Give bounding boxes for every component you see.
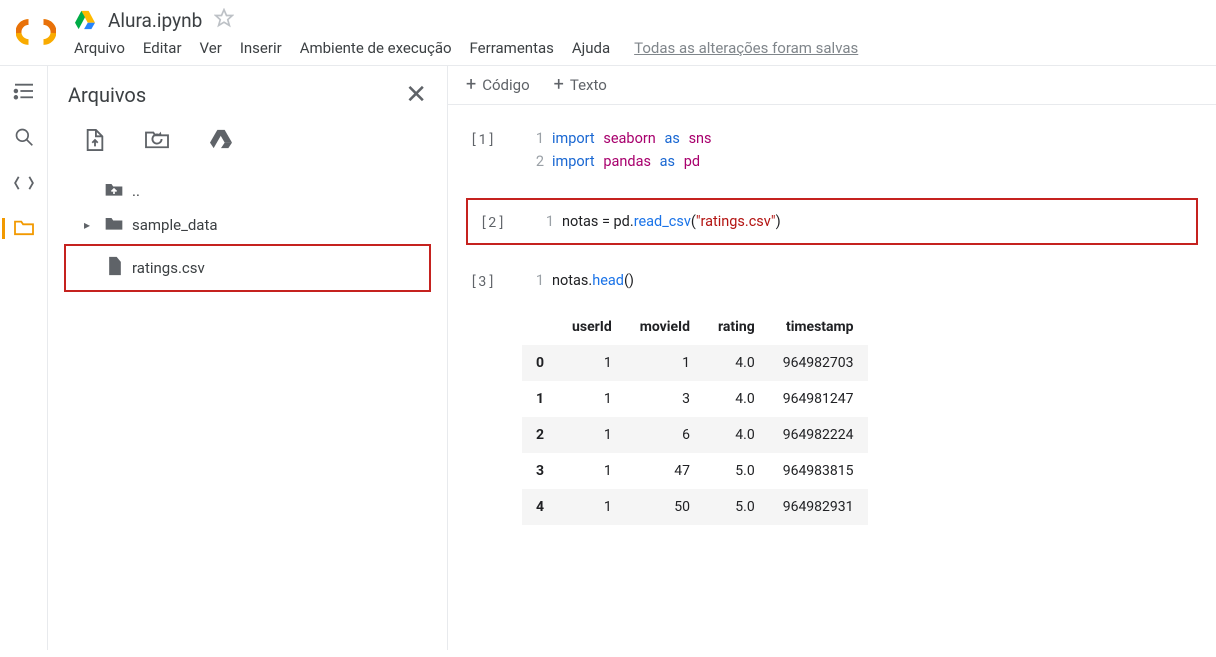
files-icon[interactable]: [2, 218, 35, 239]
plus-icon: +: [466, 76, 476, 94]
menu-editar[interactable]: Editar: [143, 39, 182, 57]
left-rail: [0, 66, 48, 650]
cell-1-code[interactable]: 1import seaborn as sns 2import pandas as…: [526, 127, 712, 174]
col-rating: rating: [704, 309, 769, 345]
col-userid: userId: [558, 309, 626, 345]
content-toolbar: + Código + Texto: [448, 66, 1216, 105]
dataframe-table: userId movieId rating timestamp 0 1 1: [522, 309, 868, 525]
ratings-highlight-box: ratings.csv: [64, 244, 431, 292]
colab-logo-icon: [12, 8, 60, 56]
tree-ratings[interactable]: ratings.csv: [66, 250, 429, 286]
menu-arquivo[interactable]: Arquivo: [74, 39, 125, 57]
table-row: 0 1 1 4.0 964982703: [522, 345, 868, 381]
table-row: 2 1 6 4.0 964982224: [522, 417, 868, 453]
table-row: 1 1 3 4.0 964981247: [522, 381, 868, 417]
table-row: 3 1 47 5.0 964983815: [522, 453, 868, 489]
upload-icon[interactable]: [84, 128, 106, 156]
cell-3-prompt: [3]: [470, 269, 512, 290]
cell-2[interactable]: [2] 1notas = pd.read_csv("ratings.csv"): [466, 198, 1198, 245]
cells-container: [1] 1import seaborn as sns 2import panda…: [448, 105, 1216, 559]
header-content: Alura.ipynb Arquivo Editar Ver Inserir A…: [68, 8, 858, 65]
sidebar-title: Arquivos: [68, 83, 146, 107]
title-row: Alura.ipynb: [68, 8, 858, 33]
tree-ratings-label: ratings.csv: [132, 259, 205, 277]
tree-up-label: ..: [132, 182, 140, 200]
table-row: 4 1 50 5.0 964982931: [522, 489, 868, 525]
cell-3-output: userId movieId rating timestamp 0 1 1: [522, 309, 1198, 525]
cell-1[interactable]: [1] 1import seaborn as sns 2import panda…: [466, 121, 1198, 180]
main-area: Arquivos ✕: [0, 65, 1216, 650]
toc-icon[interactable]: [13, 82, 35, 103]
app-header: Alura.ipynb Arquivo Editar Ver Inserir A…: [0, 0, 1216, 65]
tree-up[interactable]: ..: [64, 174, 431, 208]
file-tree: .. ▸ sample_data ratings.csv: [64, 174, 431, 292]
add-code-label: Código: [482, 76, 529, 94]
close-icon[interactable]: ✕: [405, 82, 427, 108]
col-timestamp: timestamp: [769, 309, 868, 345]
cell-2-code[interactable]: 1notas = pd.read_csv("ratings.csv"): [536, 210, 781, 233]
menu-ambiente[interactable]: Ambiente de execução: [300, 39, 452, 57]
sidebar-tools: [64, 120, 431, 174]
add-text-button[interactable]: + Texto: [554, 76, 607, 94]
menu-ferramentas[interactable]: Ferramentas: [470, 39, 554, 57]
sidebar-header: Arquivos ✕: [64, 76, 431, 120]
add-text-label: Texto: [570, 76, 607, 94]
files-sidebar: Arquivos ✕: [48, 66, 448, 650]
search-icon[interactable]: [14, 127, 34, 150]
save-status[interactable]: Todas as alterações foram salvas: [634, 39, 858, 57]
menu-bar: Arquivo Editar Ver Inserir Ambiente de e…: [68, 37, 858, 65]
col-index: [522, 309, 558, 345]
file-icon: [106, 256, 124, 280]
folder-icon: [104, 214, 124, 236]
cell-3[interactable]: [3] 1notas.head() userId movieId rating …: [466, 263, 1198, 524]
cell-3-code[interactable]: 1notas.head(): [526, 269, 634, 292]
notebook-title[interactable]: Alura.ipynb: [108, 9, 202, 32]
refresh-icon[interactable]: [144, 128, 170, 156]
table-header-row: userId movieId rating timestamp: [522, 309, 868, 345]
menu-ver[interactable]: Ver: [200, 39, 222, 57]
menu-ajuda[interactable]: Ajuda: [572, 39, 610, 57]
tree-sample-data-label: sample_data: [132, 216, 218, 234]
plus-icon: +: [554, 76, 564, 94]
col-movieid: movieId: [626, 309, 704, 345]
cell-1-prompt: [1]: [470, 127, 512, 148]
folder-up-icon: [104, 180, 124, 202]
cell-2-prompt: [2]: [480, 210, 522, 231]
star-icon[interactable]: [214, 8, 234, 33]
tree-sample-data[interactable]: ▸ sample_data: [64, 208, 431, 242]
vars-icon[interactable]: [13, 174, 35, 194]
mount-drive-icon[interactable]: [208, 128, 234, 156]
add-code-button[interactable]: + Código: [466, 76, 530, 94]
chevron-right-icon[interactable]: ▸: [84, 218, 96, 232]
notebook-content: + Código + Texto [1] 1import seaborn as …: [448, 66, 1216, 650]
drive-icon: [74, 10, 96, 32]
menu-inserir[interactable]: Inserir: [240, 39, 282, 57]
